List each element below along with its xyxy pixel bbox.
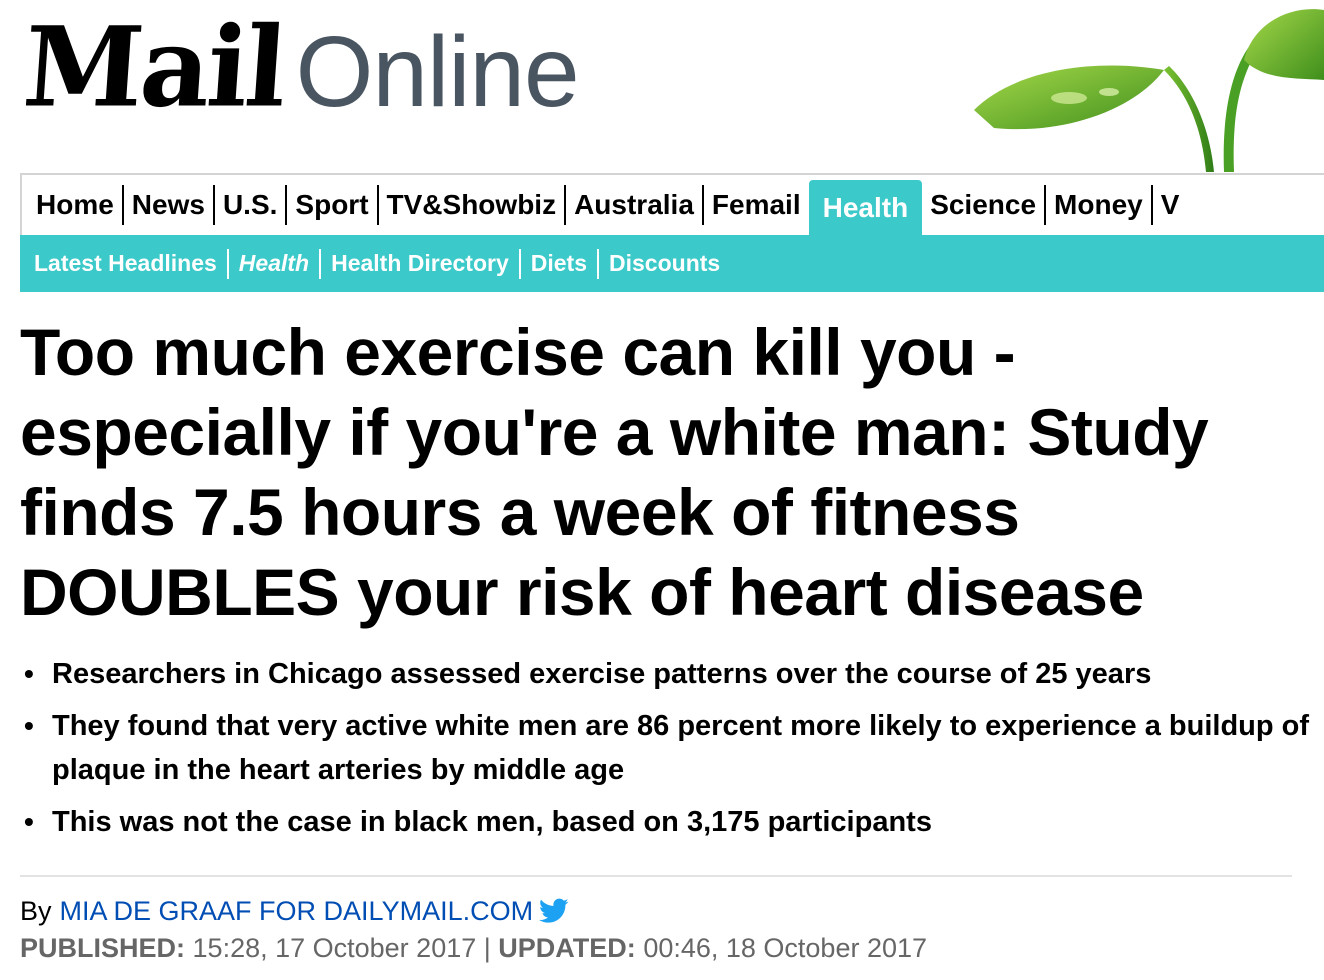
subnav-item-health[interactable]: Health: [229, 248, 322, 279]
published-timestamp: 15:28, 17 October 2017: [192, 933, 477, 963]
summary-bullet: • This was not the case in black men, bas…: [20, 800, 1310, 844]
subnav-item-diets[interactable]: Diets: [521, 248, 600, 279]
logo-online-text: Online: [295, 16, 580, 128]
twitter-icon[interactable]: [539, 898, 569, 924]
nav-item-australia[interactable]: Australia: [566, 185, 704, 225]
nav-item-sport[interactable]: Sport: [287, 185, 379, 225]
published-label: PUBLISHED:: [20, 933, 186, 963]
byline: By MIA DE GRAAF FOR DAILYMAIL.COM: [20, 893, 569, 929]
bullet-dot-icon: •: [24, 710, 34, 741]
nav-item-video-truncated[interactable]: V: [1153, 185, 1188, 225]
summary-bullet-text: This was not the case in black men, base…: [52, 806, 932, 838]
author-link[interactable]: MIA DE GRAAF FOR DAILYMAIL.COM: [60, 893, 534, 929]
summary-bullet-text: They found that very active white men ar…: [52, 710, 1310, 786]
leaf-decoration-icon: [974, 9, 1324, 172]
publish-info: PUBLISHED: 15:28, 17 October 2017 | UPDA…: [20, 930, 927, 966]
nav-item-tvshowbiz[interactable]: TV&Showbiz: [379, 185, 567, 225]
nav-item-home[interactable]: Home: [28, 185, 124, 225]
summary-bullet: • They found that very active white men a…: [20, 704, 1310, 792]
bullet-dot-icon: •: [24, 658, 34, 689]
summary-bullet-text: Researchers in Chicago assessed exercise…: [52, 658, 1152, 690]
updated-label: UPDATED:: [498, 933, 636, 963]
masthead: Mail Online: [0, 0, 1324, 172]
subnav-item-latest-headlines[interactable]: Latest Headlines: [32, 248, 229, 279]
article-headline: Too much exercise can kill you - especia…: [20, 315, 1209, 629]
nav-item-money[interactable]: Money: [1046, 185, 1153, 225]
updated-timestamp: 00:46, 18 October 2017: [643, 933, 928, 963]
bullet-dot-icon: •: [24, 806, 34, 837]
nav-item-health[interactable]: Health: [808, 180, 923, 236]
nav-item-news[interactable]: News: [124, 185, 215, 225]
nav-item-us[interactable]: U.S.: [215, 185, 288, 225]
article-summary-bullets: • Researchers in Chicago assessed exercis…: [20, 652, 1310, 852]
timestamp-separator: |: [483, 933, 491, 963]
subnav-item-discounts[interactable]: Discounts: [599, 249, 730, 279]
nav-item-science[interactable]: Science: [922, 185, 1047, 225]
nav-item-femail[interactable]: Femail: [704, 185, 809, 225]
summary-bullet: • Researchers in Chicago assessed exercis…: [20, 652, 1310, 696]
primary-nav: Home News U.S. Sport TV&Showbiz Australi…: [20, 173, 1324, 236]
mailonline-logo[interactable]: Mail Online: [20, 2, 580, 133]
subnav-item-health-directory[interactable]: Health Directory: [321, 248, 521, 279]
secondary-nav: Latest Headlines Health Health Directory…: [20, 235, 1324, 292]
divider: [20, 875, 1292, 877]
byline-prefix: By: [20, 896, 52, 926]
logo-mail-text: Mail: [19, 3, 289, 133]
